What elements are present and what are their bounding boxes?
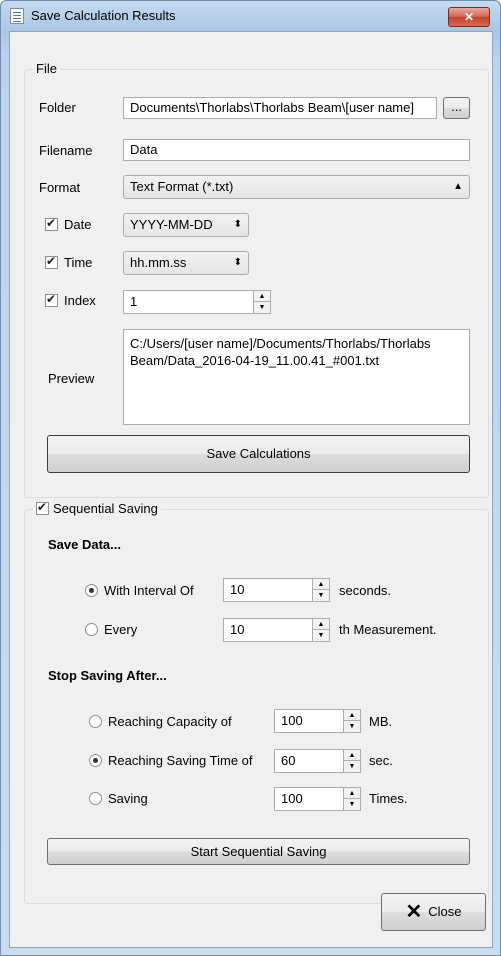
- capacity-unit: MB.: [369, 714, 393, 729]
- sequential-group-legend[interactable]: Sequential Saving: [33, 500, 161, 516]
- stop-saving-heading: Stop Saving After...: [48, 668, 167, 683]
- index-spinbox[interactable]: 1 ▲ ▼: [123, 290, 271, 314]
- capacity-label: Reaching Capacity of: [108, 714, 232, 729]
- interval-radio-icon[interactable]: [85, 584, 98, 597]
- interval-value: 10: [230, 582, 245, 597]
- time-label: Time: [64, 255, 93, 270]
- spin-up-icon[interactable]: ▲: [344, 710, 360, 721]
- close-x-icon: ✕: [405, 901, 423, 923]
- spin-down-icon[interactable]: ▼: [313, 630, 329, 641]
- saving-count-radio-icon[interactable]: [89, 792, 102, 805]
- capacity-radio[interactable]: Reaching Capacity of: [89, 714, 232, 729]
- time-format-value: hh.mm.ss: [130, 255, 187, 270]
- saving-count-value: 100: [281, 791, 303, 806]
- window-title: Save Calculation Results: [31, 8, 176, 23]
- capacity-value: 100: [281, 713, 303, 728]
- time-format-select[interactable]: hh.mm.ss ⬍: [123, 251, 249, 275]
- interval-spin-buttons[interactable]: ▲ ▼: [312, 579, 329, 601]
- interval-label: With Interval Of: [104, 583, 194, 598]
- updown-arrows-icon: ▲: [453, 181, 463, 192]
- every-radio[interactable]: Every: [85, 622, 137, 637]
- window-close-button[interactable]: ✕: [448, 7, 490, 27]
- saving-count-unit: Times.: [369, 791, 408, 806]
- filename-label: Filename: [39, 143, 93, 158]
- saving-count-spin-buttons[interactable]: ▲ ▼: [343, 788, 360, 810]
- saving-count-label: Saving: [108, 791, 148, 806]
- dialog-window: Save Calculation Results ✕ File Folder […: [0, 0, 501, 956]
- dialog-client-area: File Folder [user name]\Documents\Thorla…: [9, 31, 493, 948]
- spin-up-icon[interactable]: ▲: [313, 619, 329, 630]
- time-checkbox[interactable]: Time: [45, 254, 93, 270]
- spin-down-icon[interactable]: ▼: [254, 302, 270, 313]
- file-group: File: [24, 61, 489, 498]
- capacity-radio-icon[interactable]: [89, 715, 102, 728]
- every-unit: th Measurement.: [339, 622, 437, 637]
- preview-box: C:/Users/[user name]/Documents/Thorlabs/…: [123, 329, 470, 425]
- capacity-spin-buttons[interactable]: ▲ ▼: [343, 710, 360, 732]
- folder-label: Folder: [39, 100, 76, 115]
- save-data-heading: Save Data...: [48, 537, 121, 552]
- index-spin-buttons[interactable]: ▲ ▼: [253, 291, 270, 313]
- format-label: Format: [39, 180, 81, 195]
- saving-time-value: 60: [281, 753, 296, 768]
- updown-arrows-icon: ⬍: [233, 219, 242, 230]
- every-label: Every: [104, 622, 138, 637]
- index-checkbox[interactable]: Index: [45, 292, 96, 308]
- every-radio-icon[interactable]: [85, 623, 98, 636]
- document-icon: [10, 8, 24, 24]
- interval-spinbox[interactable]: 10 ▲ ▼: [223, 578, 330, 602]
- format-select[interactable]: Text Format (*.txt) ▲: [123, 175, 470, 199]
- time-check-icon[interactable]: [45, 254, 58, 269]
- saving-time-unit: sec.: [369, 753, 393, 768]
- every-spin-buttons[interactable]: ▲ ▼: [312, 619, 329, 641]
- browse-button[interactable]: ...: [443, 97, 470, 119]
- spin-up-icon[interactable]: ▲: [344, 750, 360, 761]
- every-spinbox[interactable]: 10 ▲ ▼: [223, 618, 330, 642]
- spin-up-icon[interactable]: ▲: [254, 291, 270, 302]
- index-check-icon[interactable]: [45, 292, 58, 307]
- saving-count-radio[interactable]: Saving: [89, 791, 148, 806]
- file-group-legend: File: [33, 61, 60, 76]
- close-button[interactable]: ✕ Close: [381, 893, 486, 931]
- file-legend-label: File: [36, 61, 57, 76]
- index-value: 1: [130, 294, 138, 309]
- format-select-value: Text Format (*.txt): [130, 179, 234, 194]
- date-check-icon[interactable]: [45, 216, 58, 231]
- close-button-label: Close: [428, 904, 462, 919]
- spin-down-icon[interactable]: ▼: [313, 590, 329, 601]
- interval-radio[interactable]: With Interval Of: [85, 583, 194, 598]
- saving-time-radio[interactable]: Reaching Saving Time of: [89, 753, 253, 768]
- index-label: Index: [64, 293, 96, 308]
- capacity-spinbox[interactable]: 100 ▲ ▼: [274, 709, 361, 733]
- folder-field[interactable]: [user name]\Documents\Thorlabs\Thorlabs …: [123, 97, 437, 119]
- spin-down-icon[interactable]: ▼: [344, 799, 360, 810]
- preview-label: Preview: [48, 371, 95, 386]
- spin-down-icon[interactable]: ▼: [344, 721, 360, 732]
- date-format-value: YYYY-MM-DD: [130, 217, 213, 232]
- date-format-select[interactable]: YYYY-MM-DD ⬍: [123, 213, 249, 237]
- start-sequential-saving-button[interactable]: Start Sequential Saving: [47, 838, 470, 865]
- spin-down-icon[interactable]: ▼: [344, 761, 360, 772]
- saving-time-radio-icon[interactable]: [89, 754, 102, 767]
- date-checkbox[interactable]: Date: [45, 216, 92, 232]
- sequential-legend-label: Sequential Saving: [53, 501, 158, 516]
- every-value: 10: [230, 622, 245, 637]
- save-calculations-button[interactable]: Save Calculations: [47, 435, 470, 473]
- interval-unit: seconds.: [339, 583, 392, 598]
- saving-time-label: Reaching Saving Time of: [108, 753, 253, 768]
- saving-count-spinbox[interactable]: 100 ▲ ▼: [274, 787, 361, 811]
- updown-arrows-icon: ⬍: [233, 257, 242, 268]
- saving-time-spinbox[interactable]: 60 ▲ ▼: [274, 749, 361, 773]
- sequential-check-icon[interactable]: [36, 500, 49, 515]
- title-bar[interactable]: Save Calculation Results ✕: [1, 1, 500, 31]
- spin-up-icon[interactable]: ▲: [313, 579, 329, 590]
- spin-up-icon[interactable]: ▲: [344, 788, 360, 799]
- date-label: Date: [64, 217, 92, 232]
- saving-time-spin-buttons[interactable]: ▲ ▼: [343, 750, 360, 772]
- filename-field[interactable]: Data: [123, 139, 470, 161]
